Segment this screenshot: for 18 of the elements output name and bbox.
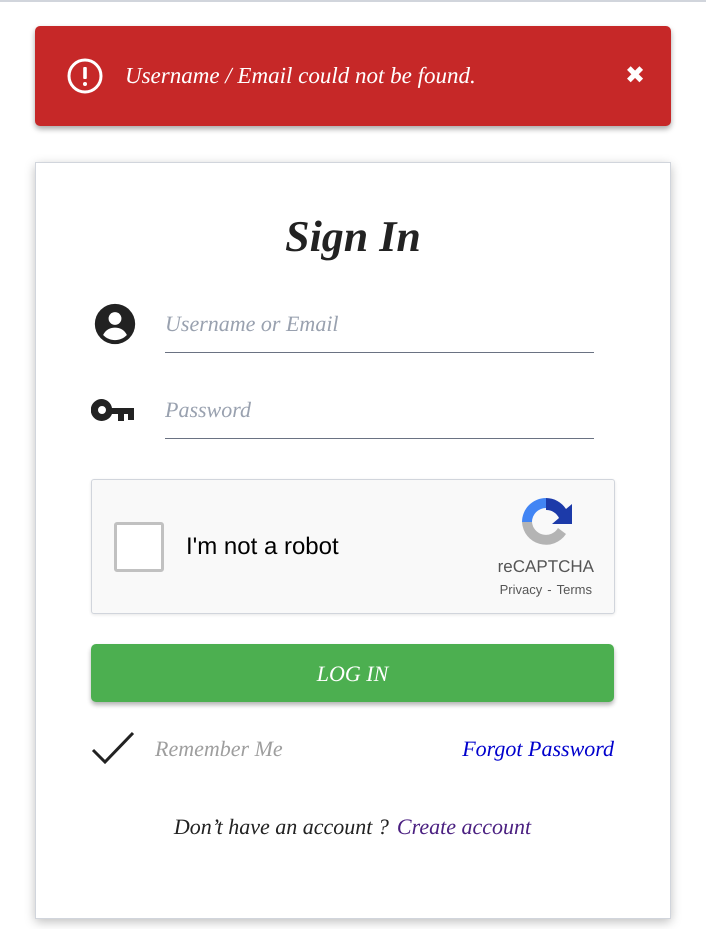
close-button[interactable]: ✖ (625, 64, 645, 88)
forgot-password-link[interactable]: Forgot Password (462, 732, 614, 764)
username-field[interactable]: Username or Email (165, 295, 594, 353)
recaptcha-brand: reCAPTCHA (498, 556, 594, 578)
alert-message: Username / Email could not be found. (125, 62, 477, 90)
terms-link[interactable]: Terms (556, 580, 592, 599)
no-account-text: Don’t have an account ? (174, 813, 389, 841)
captcha-checkbox[interactable] (114, 522, 164, 572)
captcha-label: I'm not a robot (186, 532, 340, 562)
privacy-link[interactable]: Privacy (500, 580, 542, 599)
link-separator: - (547, 580, 552, 598)
remember-checkbox[interactable] (91, 730, 135, 766)
user-icon (93, 302, 137, 346)
sign-in-title: Sign In (284, 211, 422, 263)
warning-icon (67, 58, 103, 94)
create-account-link[interactable]: Create account (396, 810, 532, 843)
remember-label: Remember Me (155, 734, 284, 762)
password-field[interactable]: Password (165, 381, 594, 439)
